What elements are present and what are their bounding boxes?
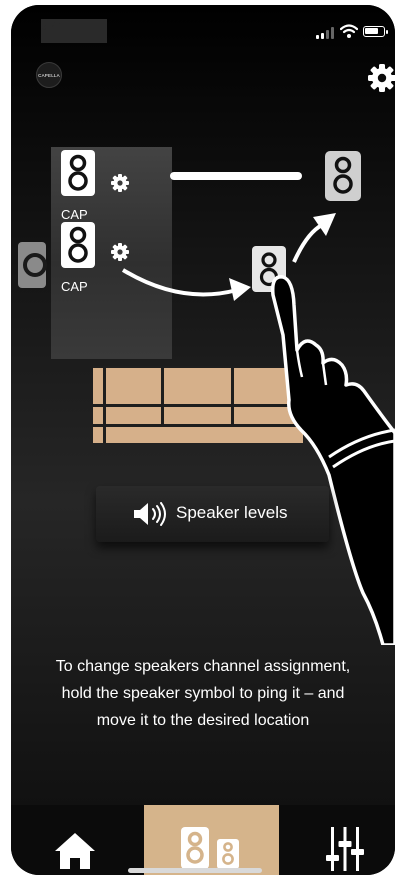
- instructions-line: hold the speaker symbol to ping it – and: [61, 685, 345, 702]
- instructions-text: To change speakers channel assignment, h…: [11, 653, 395, 734]
- volume-icon: [134, 502, 166, 526]
- instructions-line: move it to the desired location: [96, 712, 310, 729]
- home-icon[interactable]: [53, 831, 97, 871]
- target-speaker-icon: [325, 151, 361, 201]
- speaker-levels-label: Speaker levels: [176, 503, 288, 522]
- demo-illustration: CAP CAP: [11, 5, 395, 645]
- speakers-icon: [181, 827, 239, 869]
- app-screen: 9:41 CAPELLA CAP CAP Speaker levels To c…: [11, 5, 395, 875]
- bottom-nav: [11, 805, 395, 875]
- home-indicator[interactable]: [128, 868, 262, 873]
- speaker-levels-button[interactable]: Speaker levels: [96, 486, 329, 542]
- nav-speakers-tab[interactable]: [144, 805, 279, 875]
- instructions-line: To change speakers channel assignment,: [55, 658, 351, 675]
- mixer-sliders-icon[interactable]: [325, 827, 365, 871]
- gesture-overlay: [121, 151, 395, 645]
